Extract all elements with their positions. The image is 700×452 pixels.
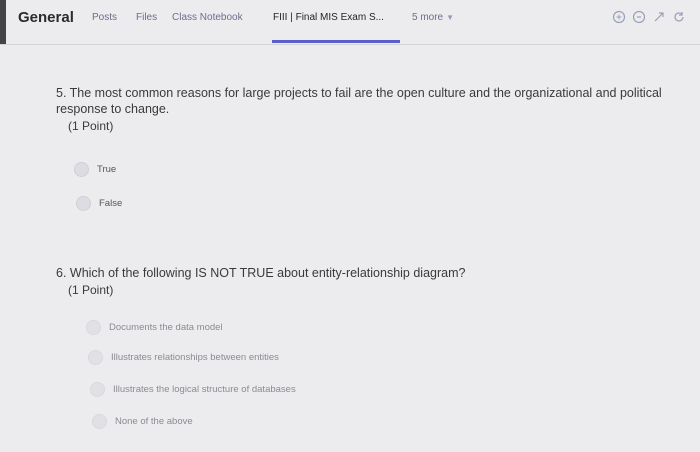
question-6: 6. Which of the following IS NOT TRUE ab… [56,265,676,297]
active-tab-indicator [272,40,400,43]
question-points: (1 Point) [68,119,114,133]
option-none-of-the-above[interactable]: None of the above [92,414,193,429]
option-false[interactable]: False [76,196,122,211]
window-edge [0,0,6,44]
tab-more-dropdown[interactable]: 5 more ▼ [412,12,454,23]
tab-final-exam[interactable]: FIII | Final MIS Exam S... [273,12,384,23]
refresh-icon[interactable] [672,10,686,24]
option-documents-data-model[interactable]: Documents the data model [86,320,223,335]
question-text: 5. The most common reasons for large pro… [56,86,662,116]
option-illustrates-relationships[interactable]: Illustrates relationships between entiti… [88,350,279,365]
option-label: None of the above [115,416,193,427]
header-actions [612,10,686,24]
radio-button[interactable] [74,162,89,177]
question-5: 5. The most common reasons for large pro… [56,85,676,133]
reply-icon[interactable] [612,10,626,24]
radio-button[interactable] [76,196,91,211]
question-points: (1 Point) [68,283,114,297]
form-content: 5. The most common reasons for large pro… [0,45,700,452]
radio-button[interactable] [88,350,103,365]
option-true[interactable]: True [74,162,116,177]
channel-title: General [18,9,74,26]
option-label: Illustrates the logical structure of dat… [113,384,296,395]
expand-icon[interactable] [632,10,646,24]
option-label: True [97,164,117,175]
chevron-down-icon: ▼ [446,13,455,22]
option-illustrates-logical-structure[interactable]: Illustrates the logical structure of dat… [90,382,296,397]
teams-header: General Posts Files Class Notebook FIII … [0,0,700,45]
option-label: Illustrates relationships between entiti… [111,352,279,363]
more-tabs-label: 5 more [412,12,444,23]
tab-files[interactable]: Files [136,12,157,23]
tab-posts[interactable]: Posts [92,12,117,23]
popout-icon[interactable] [652,10,666,24]
radio-button[interactable] [90,382,105,397]
option-label: False [99,198,123,209]
radio-button[interactable] [86,320,101,335]
radio-button[interactable] [92,414,107,429]
tab-class-notebook[interactable]: Class Notebook [172,12,243,23]
option-label: Documents the data model [109,322,223,333]
question-text: 6. Which of the following IS NOT TRUE ab… [56,266,466,280]
